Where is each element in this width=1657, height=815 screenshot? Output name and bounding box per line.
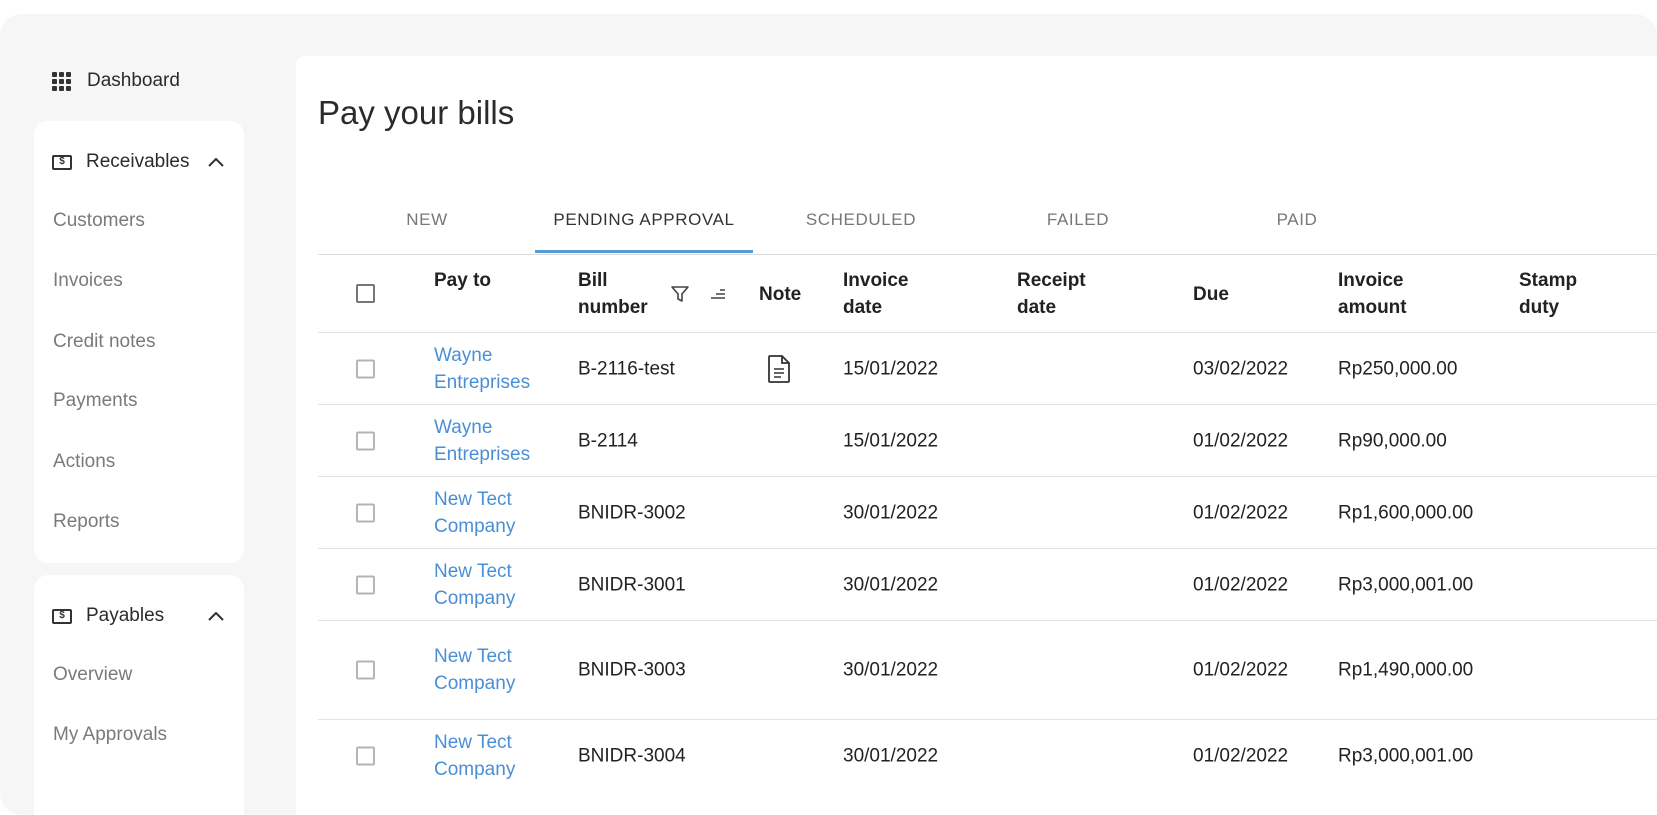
tab-pending-approval[interactable]: PENDING APPROVAL	[535, 200, 753, 253]
table-header: Pay to Bill number Note Invoice date Rec…	[318, 255, 1657, 333]
payables-section: $ Payables Overview My Approvals	[34, 575, 244, 815]
pay-to-link[interactable]: Wayne Entreprises	[434, 414, 574, 468]
column-header-invoice-amount[interactable]: Invoice amount	[1338, 267, 1428, 321]
row-checkbox[interactable]	[356, 575, 375, 594]
row-checkbox[interactable]	[356, 359, 375, 378]
filter-icon[interactable]	[669, 283, 691, 305]
tab-paid[interactable]: PAID	[1238, 200, 1356, 252]
invoice-amount: Rp250,000.00	[1338, 358, 1458, 379]
chevron-up-icon[interactable]	[206, 152, 226, 172]
pay-to-link[interactable]: Wayne Entreprises	[434, 342, 574, 396]
chevron-up-icon[interactable]	[206, 606, 226, 626]
sidebar-item-customers[interactable]: Customers	[53, 208, 145, 234]
table-row[interactable]: New Tect Company BNIDR-3003 30/01/2022 0…	[318, 621, 1657, 720]
invoice-amount: Rp3,000,001.00	[1338, 574, 1474, 595]
due-date: 01/02/2022	[1193, 745, 1289, 766]
column-header-note: Note	[759, 284, 802, 305]
tab-failed[interactable]: FAILED	[1008, 200, 1148, 252]
sort-icon[interactable]	[706, 283, 728, 305]
row-checkbox[interactable]	[356, 503, 375, 522]
section-title: Payables	[86, 605, 165, 626]
invoice-amount: Rp3,000,001.00	[1338, 745, 1474, 766]
bill-number: B-2116-test	[578, 358, 675, 379]
due-date: 01/02/2022	[1193, 574, 1289, 595]
sidebar-item-credit-notes[interactable]: Credit notes	[53, 329, 155, 355]
table-row[interactable]: Wayne Entreprises B-2114 15/01/2022 01/0…	[318, 405, 1657, 477]
column-header-due[interactable]: Due	[1193, 281, 1229, 308]
pay-to-link[interactable]: New Tect Company	[434, 558, 574, 612]
main-panel: Pay your bills NEW PENDING APPROVAL SCHE…	[296, 56, 1657, 815]
bill-number: BNIDR-3002	[578, 502, 686, 523]
table-row[interactable]: Wayne Entreprises B-2116-test 15/01/2022…	[318, 333, 1657, 405]
invoice-date: 15/01/2022	[843, 430, 939, 451]
column-header-invoice-date[interactable]: Invoice date	[843, 267, 933, 321]
column-header-bill-number[interactable]: Bill number	[578, 267, 668, 321]
sidebar-item-label: Dashboard	[87, 70, 180, 91]
bill-number: BNIDR-3004	[578, 745, 686, 766]
sidebar-item-dashboard[interactable]: Dashboard	[52, 69, 180, 93]
column-header-receipt-date[interactable]: Receipt date	[1017, 267, 1107, 321]
sidebar-item-my-approvals[interactable]: My Approvals	[53, 722, 167, 748]
sidebar-item-actions[interactable]: Actions	[53, 449, 115, 475]
due-date: 03/02/2022	[1193, 358, 1289, 379]
payables-header[interactable]: $ Payables	[52, 603, 226, 629]
app-frame: Dashboard $ Receivables Customers Invoic…	[0, 14, 1657, 815]
column-header-pay-to[interactable]: Pay to	[434, 267, 494, 294]
table-row[interactable]: New Tect Company BNIDR-3001 30/01/2022 0…	[318, 549, 1657, 621]
table-row[interactable]: New Tect Company BNIDR-3002 30/01/2022 0…	[318, 477, 1657, 549]
receivables-section: $ Receivables Customers Invoices Credit …	[34, 121, 244, 563]
bills-table: Pay to Bill number Note Invoice date Rec…	[318, 255, 1657, 791]
page-title: Pay your bills	[318, 94, 515, 131]
row-checkbox[interactable]	[356, 746, 375, 765]
sidebar-item-invoices[interactable]: Invoices	[53, 268, 123, 294]
invoice-date: 30/01/2022	[843, 574, 939, 595]
invoice-date: 30/01/2022	[843, 745, 939, 766]
pay-to-link[interactable]: New Tect Company	[434, 729, 574, 783]
money-icon: $	[52, 608, 72, 624]
invoice-amount: Rp1,600,000.00	[1338, 502, 1474, 523]
due-date: 01/02/2022	[1193, 430, 1289, 451]
receivables-header[interactable]: $ Receivables	[52, 149, 226, 175]
money-icon: $	[52, 154, 72, 170]
bill-number: B-2114	[578, 430, 638, 451]
invoice-amount: Rp90,000.00	[1338, 430, 1447, 451]
row-checkbox[interactable]	[356, 660, 375, 680]
tab-scheduled[interactable]: SCHEDULED	[773, 200, 949, 252]
sidebar-item-payments[interactable]: Payments	[53, 388, 137, 414]
row-checkbox[interactable]	[356, 431, 375, 450]
bill-number: BNIDR-3003	[578, 659, 686, 681]
invoice-amount: Rp1,490,000.00	[1338, 659, 1474, 681]
note-document-icon[interactable]	[766, 354, 792, 384]
bill-number: BNIDR-3001	[578, 574, 686, 595]
due-date: 01/02/2022	[1193, 659, 1289, 681]
section-title: Receivables	[86, 151, 190, 172]
column-header-stamp-duty[interactable]: Stamp duty	[1519, 267, 1589, 321]
sidebar-item-reports[interactable]: Reports	[53, 509, 120, 535]
invoice-date: 15/01/2022	[843, 358, 939, 379]
pay-to-link[interactable]: New Tect Company	[434, 486, 574, 540]
grid-icon	[52, 71, 71, 91]
due-date: 01/02/2022	[1193, 502, 1289, 523]
invoice-date: 30/01/2022	[843, 659, 939, 681]
select-all-checkbox[interactable]	[356, 284, 375, 303]
sidebar-item-overview[interactable]: Overview	[53, 662, 132, 688]
pay-to-link[interactable]: New Tect Company	[434, 643, 574, 697]
tab-bar: NEW PENDING APPROVAL SCHEDULED FAILED PA…	[318, 200, 1657, 255]
invoice-date: 30/01/2022	[843, 502, 939, 523]
tab-new[interactable]: NEW	[358, 200, 496, 252]
table-row[interactable]: New Tect Company BNIDR-3004 30/01/2022 0…	[318, 720, 1657, 791]
